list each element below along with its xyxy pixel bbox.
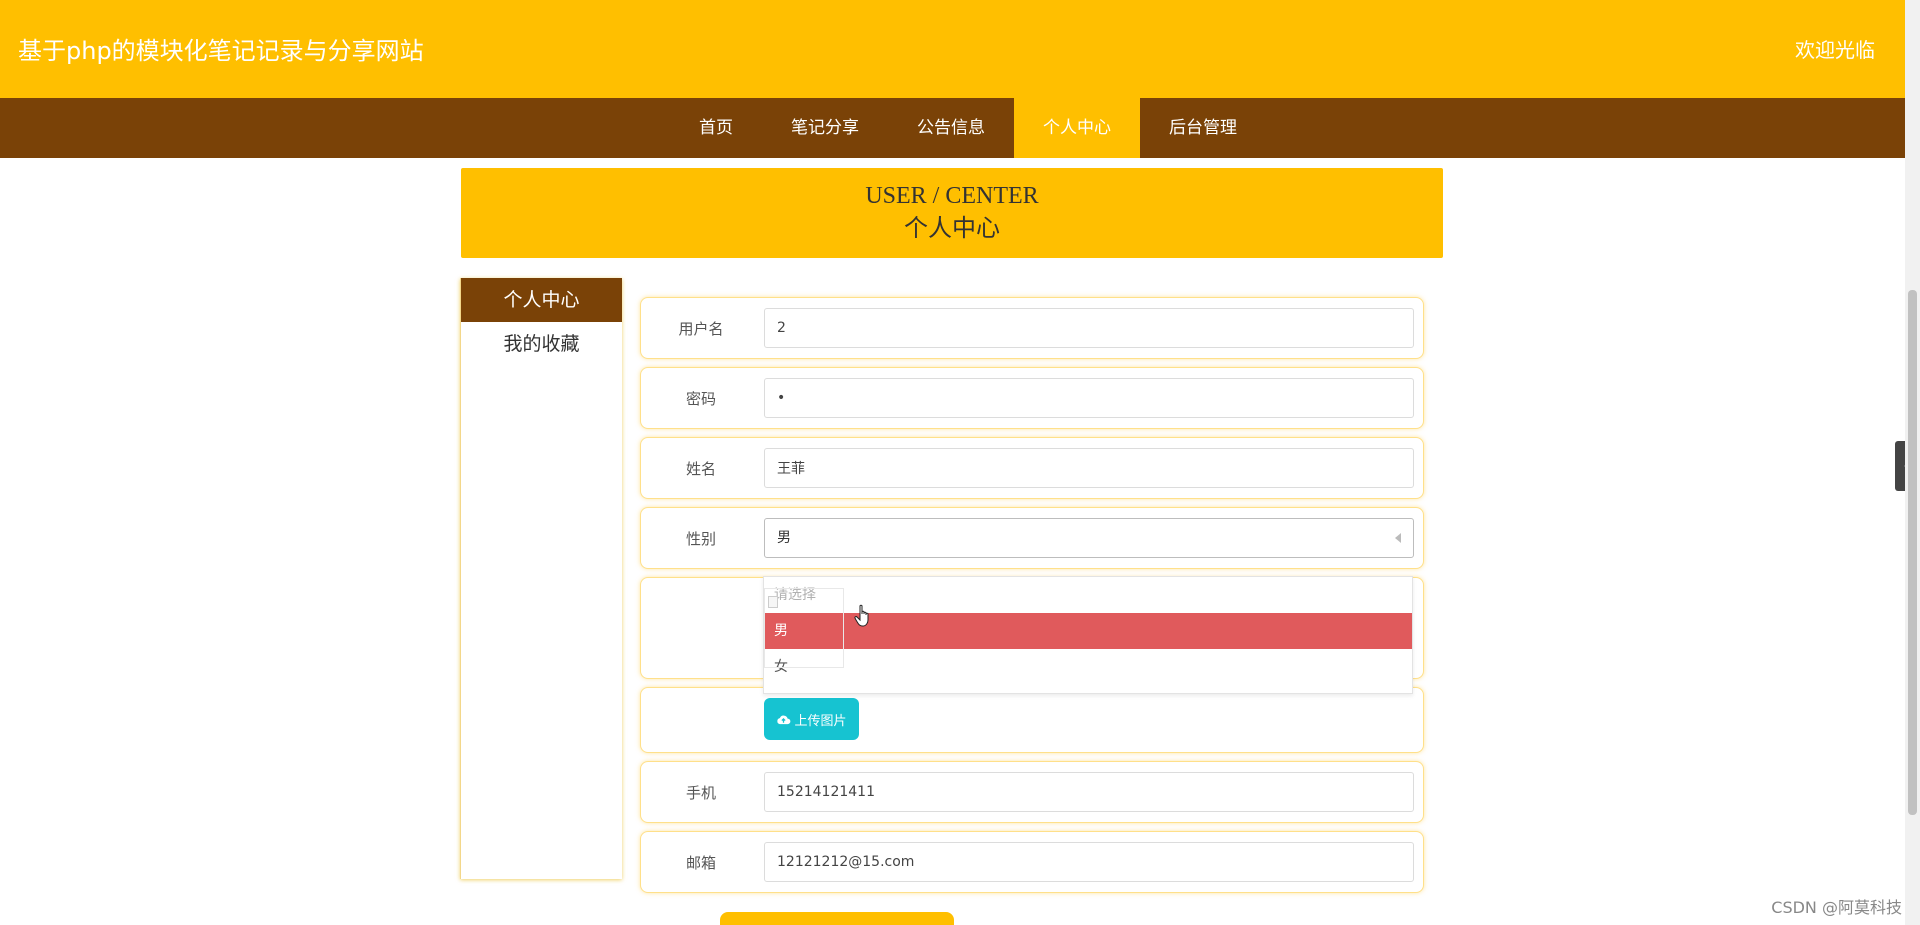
name-label: 姓名 xyxy=(685,460,716,478)
nav-item-announcements[interactable]: 公告信息 xyxy=(888,98,1014,158)
form-row-name: 姓名 xyxy=(640,437,1424,499)
form-row-gender: 性别 男 xyxy=(640,507,1424,569)
cloud-upload-icon xyxy=(777,715,791,724)
phone-label: 手机 xyxy=(685,784,716,802)
select-arrow-icon xyxy=(1395,533,1401,543)
email-input[interactable] xyxy=(764,842,1414,882)
upload-button-label: 上传图片 xyxy=(794,713,847,729)
scrollbar-thumb[interactable] xyxy=(1908,290,1917,815)
gender-select[interactable]: 男 xyxy=(764,518,1414,558)
gender-dropdown: 请选择 男 女 xyxy=(763,576,1413,694)
form-row-password: 密码 xyxy=(640,367,1424,429)
welcome-text: 欢迎光临 xyxy=(1795,38,1875,62)
email-label: 邮箱 xyxy=(685,854,716,872)
site-title[interactable]: 基于php的模块化笔记记录与分享网站 xyxy=(18,31,424,66)
banner-title-cn: 个人中心 xyxy=(904,214,1000,242)
gender-option-placeholder[interactable]: 请选择 xyxy=(764,577,1412,613)
gender-option-female[interactable]: 女 xyxy=(764,649,1412,685)
username-label: 用户名 xyxy=(678,320,724,338)
username-input[interactable] xyxy=(764,308,1414,348)
nav-item-user-center[interactable]: 个人中心 xyxy=(1014,98,1140,158)
side-item-favorites[interactable]: 我的收藏 xyxy=(461,322,622,366)
form-row-email: 邮箱 xyxy=(640,831,1424,893)
form-row-phone: 手机 xyxy=(640,761,1424,823)
side-item-user-center[interactable]: 个人中心 xyxy=(461,278,622,322)
page-scrollbar[interactable] xyxy=(1905,0,1920,925)
gender-selected-value: 男 xyxy=(777,530,791,546)
page-banner: USER / CENTER 个人中心 xyxy=(461,168,1443,258)
form-row-upload: 上传图片 xyxy=(640,687,1424,753)
form-row-username: 用户名 xyxy=(640,297,1424,359)
nav-item-home[interactable]: 首页 xyxy=(670,98,762,158)
phone-input[interactable] xyxy=(764,772,1414,812)
upload-image-button[interactable]: 上传图片 xyxy=(764,698,859,740)
gender-label: 性别 xyxy=(685,530,716,548)
submit-button[interactable] xyxy=(720,912,954,925)
name-input[interactable] xyxy=(764,448,1414,488)
top-header: 基于php的模块化笔记记录与分享网站 欢迎光临 xyxy=(0,0,1905,98)
password-label: 密码 xyxy=(685,390,716,408)
gender-option-male[interactable]: 男 xyxy=(764,613,1412,649)
nav-item-admin[interactable]: 后台管理 xyxy=(1140,98,1266,158)
password-input[interactable] xyxy=(764,378,1414,418)
main-nav: 首页 笔记分享 公告信息 个人中心 后台管理 xyxy=(0,98,1905,158)
watermark: CSDN @阿莫科技 xyxy=(1771,898,1902,917)
side-menu: 个人中心 我的收藏 xyxy=(460,278,622,879)
banner-title-en: USER / CENTER xyxy=(865,183,1039,209)
nav-item-note-share[interactable]: 笔记分享 xyxy=(762,98,888,158)
